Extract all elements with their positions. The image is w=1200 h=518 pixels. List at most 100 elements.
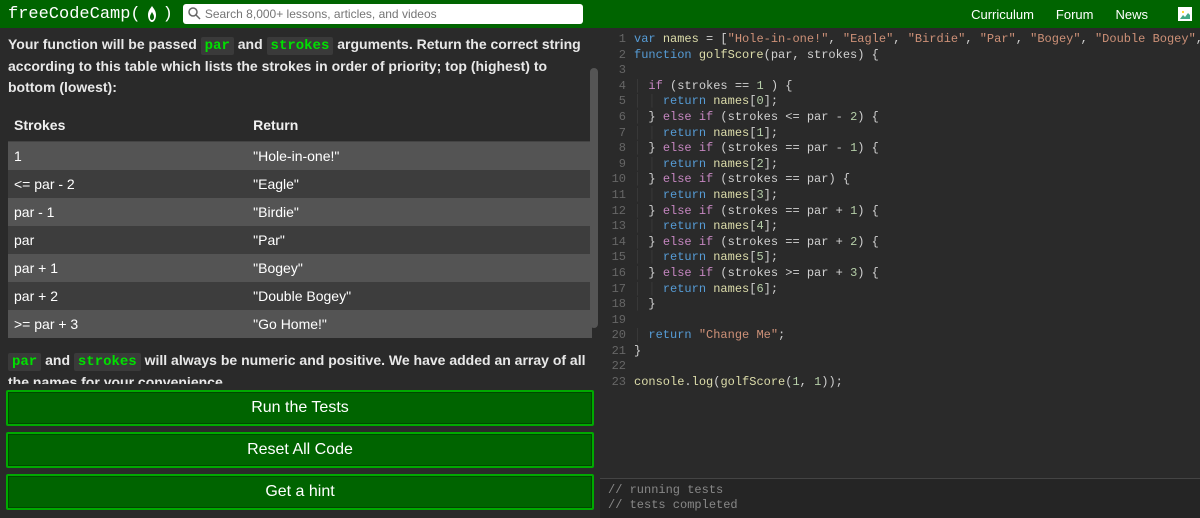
editor-line[interactable]: 4│ if (strokes == 1 ) { (600, 79, 1200, 95)
rules-table: Strokes Return 1"Hole-in-one!"<= par - 2… (8, 109, 592, 338)
editor-line[interactable]: 6│ } else if (strokes <= par - 2) { (600, 110, 1200, 126)
action-buttons: Run the Tests Reset All Code Get a hint (0, 384, 600, 518)
editor-line[interactable]: 10│ } else if (strokes == par) { (600, 172, 1200, 188)
line-code[interactable]: │ } else if (strokes <= par - 2) { (634, 110, 879, 126)
editor-line[interactable]: 21} (600, 344, 1200, 360)
th-return: Return (247, 109, 592, 142)
nav-links: Curriculum Forum News (971, 7, 1148, 22)
line-number: 17 (600, 282, 634, 298)
foot-code-strokes: strokes (74, 353, 141, 371)
table-row: par"Par" (8, 226, 592, 254)
editor-line[interactable]: 12│ } else if (strokes == par + 1) { (600, 204, 1200, 220)
line-number: 15 (600, 250, 634, 266)
editor-line[interactable]: 5│ │ return names[0]; (600, 94, 1200, 110)
line-number: 12 (600, 204, 634, 220)
cell-strokes: par - 1 (8, 198, 247, 226)
console-line: // running tests (608, 483, 1200, 499)
logo[interactable]: freeCodeCamp( ) (8, 5, 173, 24)
editor-line[interactable]: 23console.log(golfScore(1, 1)); (600, 375, 1200, 391)
editor-line[interactable]: 13│ │ return names[4]; (600, 219, 1200, 235)
line-code[interactable]: var names = ["Hole-in-one!", "Eagle", "B… (634, 32, 1200, 48)
line-code[interactable]: │ if (strokes == 1 ) { (634, 79, 792, 95)
get-hint-button[interactable]: Get a hint (6, 474, 594, 510)
line-code[interactable]: │ } else if (strokes == par + 2) { (634, 235, 879, 251)
editor-line[interactable]: 7│ │ return names[1]; (600, 126, 1200, 142)
table-row: 1"Hole-in-one!" (8, 141, 592, 170)
cell-strokes: par + 2 (8, 282, 247, 310)
intro-text: Your function will be passed par and str… (8, 34, 592, 97)
editor-line[interactable]: 22 (600, 359, 1200, 375)
editor-line[interactable]: 2function golfScore(par, strokes) { (600, 48, 1200, 64)
editor-line[interactable]: 1var names = ["Hole-in-one!", "Eagle", "… (600, 32, 1200, 48)
line-code[interactable]: function golfScore(par, strokes) { (634, 48, 879, 64)
cell-return: "Hole-in-one!" (247, 141, 592, 170)
editor-line[interactable]: 14│ } else if (strokes == par + 2) { (600, 235, 1200, 251)
editor-line[interactable]: 16│ } else if (strokes >= par + 3) { (600, 266, 1200, 282)
line-number: 18 (600, 297, 634, 313)
line-code[interactable]: │ │ return names[6]; (634, 282, 778, 298)
cell-return: "Eagle" (247, 170, 592, 198)
line-code[interactable]: │ │ return names[0]; (634, 94, 778, 110)
line-code[interactable]: │ return "Change Me"; (634, 328, 785, 344)
editor-line[interactable]: 20│ return "Change Me"; (600, 328, 1200, 344)
code-editor[interactable]: 1var names = ["Hole-in-one!", "Eagle", "… (600, 28, 1200, 478)
editor-line[interactable]: 19 (600, 313, 1200, 329)
line-code[interactable]: │ │ return names[1]; (634, 126, 778, 142)
editor-panel: 1var names = ["Hole-in-one!", "Eagle", "… (600, 28, 1200, 518)
run-tests-button[interactable]: Run the Tests (6, 390, 594, 426)
reset-code-button[interactable]: Reset All Code (6, 432, 594, 468)
foot-code-par: par (8, 353, 41, 371)
editor-line[interactable]: 9│ │ return names[2]; (600, 157, 1200, 173)
scrollbar[interactable] (590, 68, 598, 328)
line-code[interactable]: │ } else if (strokes == par) { (634, 172, 850, 188)
instructions-panel: Your function will be passed par and str… (0, 28, 600, 518)
cell-return: "Birdie" (247, 198, 592, 226)
line-number: 8 (600, 141, 634, 157)
nav-curriculum[interactable]: Curriculum (971, 7, 1034, 22)
console-line: // tests completed (608, 498, 1200, 514)
line-code[interactable]: } (634, 344, 641, 360)
line-number: 23 (600, 375, 634, 391)
main-area: Your function will be passed par and str… (0, 28, 1200, 518)
nav-forum[interactable]: Forum (1056, 7, 1094, 22)
line-code[interactable]: │ │ return names[4]; (634, 219, 778, 235)
line-number: 16 (600, 266, 634, 282)
line-code[interactable]: │ │ return names[2]; (634, 157, 778, 173)
footnote: par and strokes will always be numeric a… (8, 350, 592, 384)
line-code[interactable]: │ │ return names[3]; (634, 188, 778, 204)
line-code[interactable]: │ } else if (strokes == par - 1) { (634, 141, 879, 157)
profile-icon[interactable] (1178, 7, 1192, 21)
table-row: <= par - 2"Eagle" (8, 170, 592, 198)
line-number: 14 (600, 235, 634, 251)
top-bar: freeCodeCamp( ) Curriculum Forum News (0, 0, 1200, 28)
line-number: 7 (600, 126, 634, 142)
cell-strokes: <= par - 2 (8, 170, 247, 198)
cell-strokes: par + 1 (8, 254, 247, 282)
table-row: >= par + 3"Go Home!" (8, 310, 592, 338)
nav-news[interactable]: News (1115, 7, 1148, 22)
line-number: 10 (600, 172, 634, 188)
search-input[interactable] (205, 7, 579, 21)
line-number: 19 (600, 313, 634, 329)
editor-line[interactable]: 15│ │ return names[5]; (600, 250, 1200, 266)
editor-line[interactable]: 17│ │ return names[6]; (600, 282, 1200, 298)
line-code[interactable]: │ } (634, 297, 656, 313)
cell-strokes: >= par + 3 (8, 310, 247, 338)
line-code[interactable]: console.log(golfScore(1, 1)); (634, 375, 843, 391)
editor-line[interactable]: 11│ │ return names[3]; (600, 188, 1200, 204)
line-number: 5 (600, 94, 634, 110)
cell-return: "Double Bogey" (247, 282, 592, 310)
editor-line[interactable]: 18│ } (600, 297, 1200, 313)
flame-icon (145, 6, 159, 22)
cell-strokes: 1 (8, 141, 247, 170)
console-output: // running tests // tests completed (600, 478, 1200, 518)
line-code[interactable]: │ } else if (strokes == par + 1) { (634, 204, 879, 220)
editor-line[interactable]: 3 (600, 63, 1200, 79)
cell-strokes: par (8, 226, 247, 254)
line-number: 2 (600, 48, 634, 64)
line-code[interactable]: │ │ return names[5]; (634, 250, 778, 266)
line-code[interactable]: │ } else if (strokes >= par + 3) { (634, 266, 879, 282)
editor-line[interactable]: 8│ } else if (strokes == par - 1) { (600, 141, 1200, 157)
search-box[interactable] (183, 4, 583, 24)
instructions-scroll[interactable]: Your function will be passed par and str… (0, 28, 600, 384)
